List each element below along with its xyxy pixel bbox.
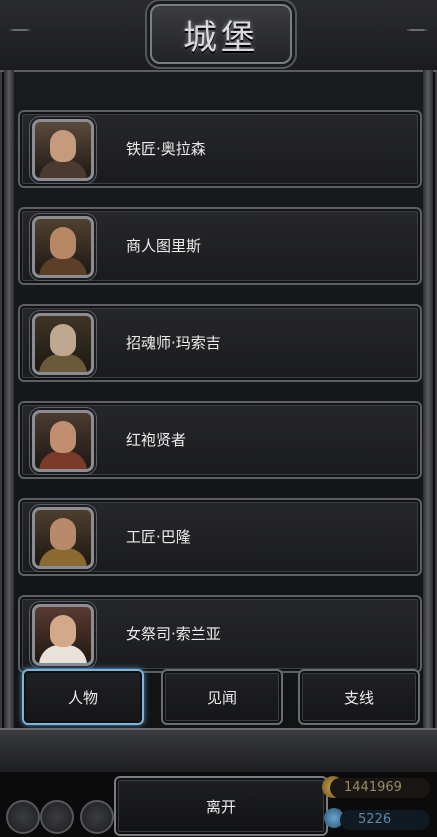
page-title: 城堡	[183, 17, 259, 58]
menu-round-button[interactable]	[6, 800, 40, 834]
menu-round-button[interactable]	[40, 800, 74, 834]
menu-round-button[interactable]	[80, 800, 114, 834]
portrait-face	[50, 518, 76, 550]
tab-lore[interactable]: 见闻	[161, 669, 283, 725]
character-portrait	[32, 216, 94, 278]
portrait-body	[39, 160, 87, 178]
tab-characters[interactable]: 人物	[22, 669, 144, 725]
left-frame-rail	[4, 70, 14, 730]
character-name: 招魂师·玛索吉	[126, 334, 221, 352]
portrait-body	[39, 257, 87, 275]
character-name: 工匠·巴隆	[126, 528, 191, 546]
character-row-0[interactable]: 铁匠·奥拉森	[18, 110, 422, 188]
character-portrait	[32, 507, 94, 569]
character-list: 铁匠·奥拉森 商人图里斯 招魂师·玛索吉 红袍贤者 工匠·巴隆 女祭司·索兰亚	[18, 110, 422, 692]
character-portrait	[32, 313, 94, 375]
character-row-3[interactable]: 红袍贤者	[18, 401, 422, 479]
portrait-face	[50, 421, 76, 453]
portrait-face	[50, 227, 76, 259]
panel-header-ornament: 城堡	[0, 0, 437, 72]
character-portrait	[32, 604, 94, 666]
title-plate: 城堡	[150, 4, 292, 64]
right-frame-rail	[423, 70, 433, 730]
character-row-4[interactable]: 工匠·巴隆	[18, 498, 422, 576]
portrait-body	[39, 548, 87, 566]
character-name: 红袍贤者	[126, 431, 187, 449]
leave-button[interactable]: 离开	[114, 776, 328, 836]
portrait-body	[39, 354, 87, 372]
gem-counter: 5226	[340, 810, 430, 830]
panel-footer-ornament	[0, 728, 437, 774]
character-name: 商人图里斯	[126, 237, 202, 255]
character-name: 女祭司·索兰亚	[126, 625, 221, 643]
character-row-2[interactable]: 招魂师·玛索吉	[18, 304, 422, 382]
character-row-5[interactable]: 女祭司·索兰亚	[18, 595, 422, 673]
portrait-body	[39, 451, 87, 469]
character-row-1[interactable]: 商人图里斯	[18, 207, 422, 285]
gold-counter: 1441969	[330, 778, 430, 798]
character-portrait	[32, 410, 94, 472]
character-portrait	[32, 119, 94, 181]
tab-side-quests[interactable]: 支线	[298, 669, 420, 725]
portrait-face	[50, 130, 76, 162]
character-name: 铁匠·奥拉森	[126, 140, 206, 158]
portrait-body	[39, 645, 87, 663]
portrait-face	[50, 615, 76, 647]
portrait-face	[50, 324, 76, 356]
tab-bar: 人物 见闻 支线	[22, 669, 420, 725]
